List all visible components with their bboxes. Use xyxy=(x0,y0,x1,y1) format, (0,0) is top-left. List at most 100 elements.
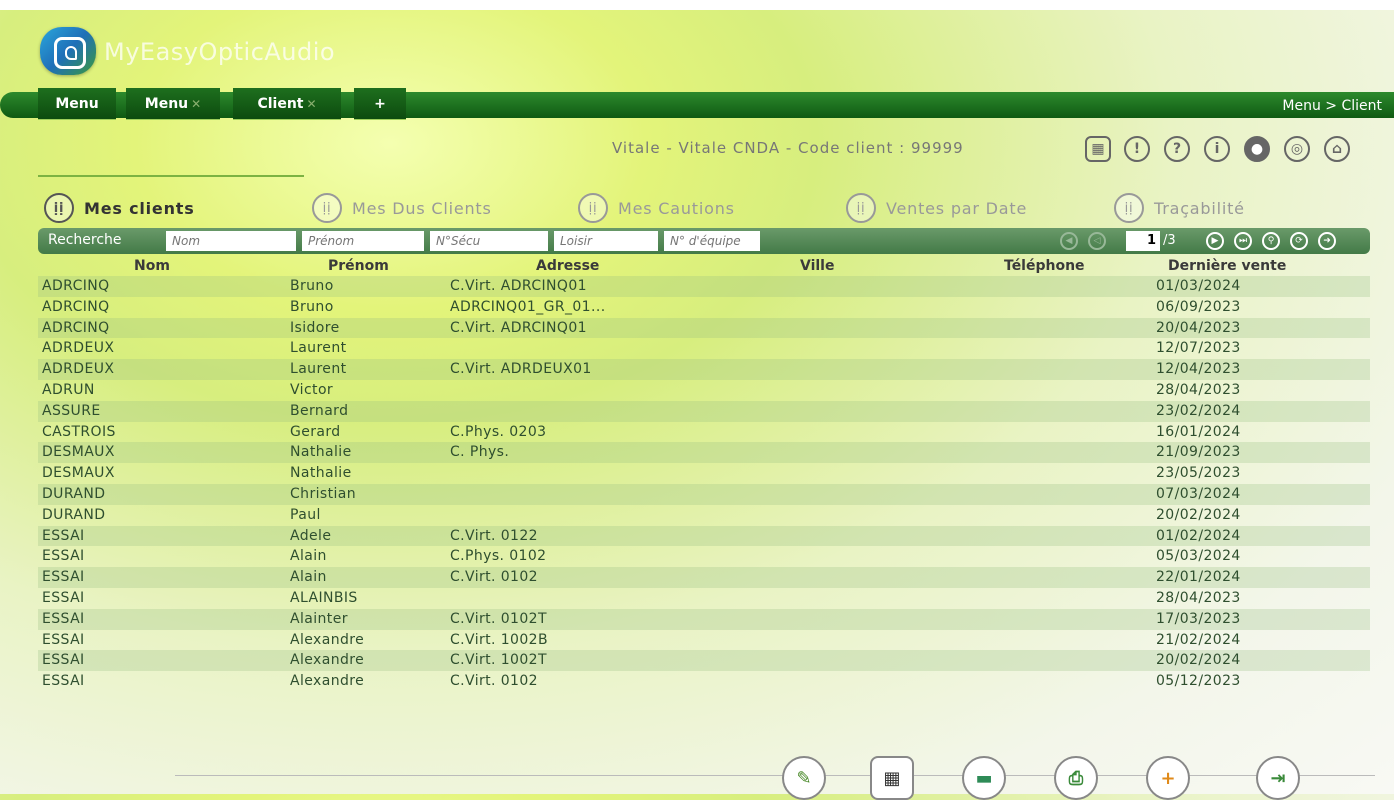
table-row[interactable]: ESSAI Alainter C.Virt. 0102T 17/03/2023 xyxy=(38,608,1370,630)
table-row[interactable]: ADRUN Victor 28/04/2023 xyxy=(38,380,1370,401)
info-icon[interactable]: i xyxy=(1204,136,1230,162)
cell-prenom: Isidore xyxy=(290,319,340,336)
nav-tab-menu-2[interactable]: Menu ✕ xyxy=(126,88,220,120)
table-row[interactable]: DESMAUX Nathalie C. Phys. 21/09/2023 xyxy=(38,442,1370,464)
cell-prenom: Victor xyxy=(290,381,334,398)
cell-prenom: Gerard xyxy=(290,423,341,440)
search-secu-input[interactable] xyxy=(430,231,548,251)
tab-mes-clients[interactable]: ịị Mes clients xyxy=(44,192,195,224)
cell-nom: CASTROIS xyxy=(42,423,116,440)
cell-date: 07/03/2024 xyxy=(1156,485,1241,502)
cell-nom: ESSAI xyxy=(42,631,85,648)
cell-adresse: C.Virt. ADRCINQ01 xyxy=(450,319,587,336)
cell-nom: ESSAI xyxy=(42,652,85,669)
page-total: /3 xyxy=(1163,233,1176,248)
tab-ventes-par-date[interactable]: ịị Ventes par Date xyxy=(846,192,1027,224)
col-nom[interactable]: Nom xyxy=(134,258,170,274)
cell-date: 12/04/2023 xyxy=(1156,361,1241,378)
prev-page-icon[interactable]: ◁ xyxy=(1088,232,1106,250)
warning-icon[interactable]: ! xyxy=(1124,136,1150,162)
table-row[interactable]: ESSAI Adele C.Virt. 0122 01/02/2024 xyxy=(38,525,1370,547)
table-row[interactable]: ESSAI Alexandre C.Virt. 1002B 21/02/2024 xyxy=(38,630,1370,651)
table-row[interactable]: ESSAI Alexandre C.Virt. 1002T 20/02/2024 xyxy=(38,650,1370,672)
page-number-input[interactable]: 1 xyxy=(1126,231,1160,251)
table-row[interactable]: ADRCINQ Bruno ADRCINQ01_GR_01... 06/09/2023 xyxy=(38,297,1370,318)
cell-date: 20/04/2023 xyxy=(1156,319,1241,336)
table-row[interactable]: CASTROIS Gerard C.Phys. 0203 16/01/2024 xyxy=(38,422,1370,443)
cell-prenom: Laurent xyxy=(290,340,347,357)
cell-prenom: Alain xyxy=(290,548,327,565)
col-adresse[interactable]: Adresse xyxy=(536,258,599,274)
cell-nom: ADRUN xyxy=(42,381,95,398)
home-icon[interactable]: ⌂ xyxy=(1324,136,1350,162)
qr-code-icon[interactable]: ▦ xyxy=(870,756,914,800)
first-page-icon[interactable]: ◀ xyxy=(1060,232,1078,250)
app-logo xyxy=(40,27,96,75)
user-icon[interactable]: ● xyxy=(1244,136,1270,162)
table-row[interactable]: ADRCINQ Bruno C.Virt. ADRCINQ01 01/03/2024 xyxy=(38,276,1370,297)
cell-prenom: Paul xyxy=(290,506,321,523)
search-icon[interactable]: ⚲ xyxy=(1262,232,1280,250)
table-row[interactable]: DURAND Christian 07/03/2024 xyxy=(38,483,1370,505)
table-row[interactable]: ESSAI ALAINBIS 28/04/2023 xyxy=(38,588,1370,609)
last-page-icon[interactable]: ⏭ xyxy=(1234,232,1252,250)
cell-prenom: Nathalie xyxy=(290,465,352,482)
cell-nom: ADRDEUX xyxy=(42,361,115,378)
nav-tab-menu[interactable]: Menu xyxy=(38,88,116,120)
edit-icon[interactable]: ✎ xyxy=(782,756,826,800)
table-row[interactable]: ASSURE Bernard 23/02/2024 xyxy=(38,400,1370,422)
table-row[interactable]: DESMAUX Nathalie 23/05/2023 xyxy=(38,463,1370,484)
tab-mes-dus-clients[interactable]: ịị Mes Dus Clients xyxy=(312,192,492,224)
cell-prenom: Alexandre xyxy=(290,652,365,669)
table-row[interactable]: ESSAI Alain C.Phys. 0102 05/03/2024 xyxy=(38,546,1370,567)
cell-prenom: Adele xyxy=(290,527,332,544)
search-loisir-input[interactable] xyxy=(554,231,658,251)
table-row[interactable]: DURAND Paul 20/02/2024 xyxy=(38,505,1370,526)
help-icon[interactable]: ? xyxy=(1164,136,1190,162)
search-nom-input[interactable] xyxy=(166,231,296,251)
search-label: Recherche xyxy=(48,232,122,248)
cell-adresse: C.Virt. ADRCINQ01 xyxy=(450,278,587,294)
col-telephone[interactable]: Téléphone xyxy=(1004,258,1085,274)
cell-prenom: Alainter xyxy=(290,610,348,627)
search-equipement-input[interactable] xyxy=(664,231,760,251)
close-icon[interactable]: ✕ xyxy=(306,97,316,111)
nav-tab-add[interactable]: + xyxy=(354,88,406,120)
cell-adresse: C.Virt. 1002B xyxy=(450,631,548,648)
table-row[interactable]: ESSAI Alexandre C.Virt. 0102 05/12/2023 xyxy=(38,671,1370,692)
hearing-icon[interactable]: ◎ xyxy=(1284,136,1310,162)
cell-date: 06/09/2023 xyxy=(1156,298,1241,315)
vitale-card-icon[interactable]: ▬ xyxy=(962,756,1006,800)
print-icon[interactable]: ⎙ xyxy=(1054,756,1098,800)
table-row[interactable]: ADRCINQ Isidore C.Virt. ADRCINQ01 20/04/202… xyxy=(38,317,1370,339)
cell-adresse: C. Phys. xyxy=(450,444,510,461)
tab-tracabilite[interactable]: ịị Traçabilité xyxy=(1114,192,1245,224)
col-derniere-vente[interactable]: Dernière vente xyxy=(1168,258,1286,274)
cell-nom: ESSAI xyxy=(42,673,85,690)
cell-nom: ESSAI xyxy=(42,548,85,565)
refresh-icon[interactable]: ⟳ xyxy=(1290,232,1308,250)
search-prenom-input[interactable] xyxy=(302,231,424,251)
tab-mes-cautions[interactable]: ịị Mes Cautions xyxy=(578,192,735,224)
table-row[interactable]: ADRDEUX Laurent 12/07/2023 xyxy=(38,338,1370,359)
cell-prenom: Laurent xyxy=(290,361,347,378)
nav-tab-client[interactable]: Client ✕ xyxy=(233,88,341,120)
table-row[interactable]: ESSAI Alain C.Virt. 0102 22/01/2024 xyxy=(38,567,1370,588)
search-bar: Recherche ◀ ◁ 1 /3 ▶ ⏭ ⚲ ⟳ ➜ xyxy=(38,228,1370,254)
table-header: Nom Prénom Adresse Ville Téléphone Derni… xyxy=(38,258,1370,276)
cell-date: 01/02/2024 xyxy=(1156,527,1241,544)
calendar-icon[interactable]: ▦ xyxy=(1085,136,1111,162)
cell-prenom: Bruno xyxy=(290,298,334,315)
cell-adresse: C.Virt. 0102T xyxy=(450,610,547,627)
next-page-icon[interactable]: ▶ xyxy=(1206,232,1224,250)
col-ville[interactable]: Ville xyxy=(800,258,834,274)
forward-icon[interactable]: ➜ xyxy=(1318,232,1336,250)
table-row[interactable]: ADRDEUX Laurent C.Virt. ADRDEUX01 12/04/202… xyxy=(38,359,1370,380)
cell-nom: ASSURE xyxy=(42,402,101,419)
cell-date: 23/02/2024 xyxy=(1156,402,1241,419)
close-icon[interactable]: ✕ xyxy=(191,97,201,111)
exit-icon[interactable]: ⇥ xyxy=(1256,756,1300,800)
col-prenom[interactable]: Prénom xyxy=(328,258,389,274)
add-user-icon[interactable]: + xyxy=(1146,756,1190,800)
cell-prenom: ALAINBIS xyxy=(290,589,358,606)
